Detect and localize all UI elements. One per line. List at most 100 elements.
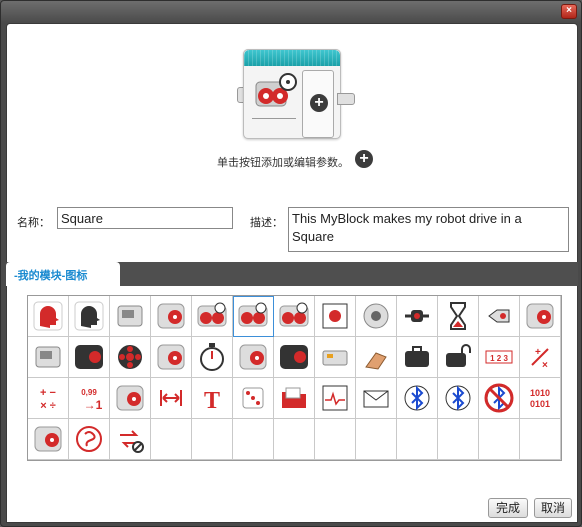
icon-cell[interactable]	[274, 378, 315, 419]
icon-cell[interactable]	[356, 378, 397, 419]
icon-cell[interactable]	[151, 296, 192, 337]
empty-icon-cell[interactable]	[192, 419, 233, 460]
tab-bar: -我的模块-图标	[6, 262, 578, 286]
add-parameter-button[interactable]: +	[310, 94, 328, 112]
icon-cell[interactable]: + ×	[520, 337, 561, 378]
icon-cell[interactable]	[315, 337, 356, 378]
icon-cell[interactable]	[69, 419, 110, 460]
svg-text:×: ×	[542, 360, 548, 371]
svg-text:1 2 3: 1 2 3	[490, 354, 508, 363]
folder-icon	[277, 381, 311, 415]
icon-cell[interactable]	[438, 378, 479, 419]
numbers-icon: 1 2 3	[482, 340, 516, 374]
timer-icon	[195, 340, 229, 374]
sound-speaker-icon	[359, 299, 393, 333]
icon-cell[interactable]	[192, 296, 233, 337]
icon-cell[interactable]: T	[192, 378, 233, 419]
arrows-icon	[400, 299, 434, 333]
keyboard-icon	[318, 340, 352, 374]
icon-cell[interactable]	[69, 296, 110, 337]
empty-icon-cell[interactable]	[479, 419, 520, 460]
icon-cell[interactable]	[438, 296, 479, 337]
icon-cell[interactable]	[233, 378, 274, 419]
icon-cell[interactable]	[274, 296, 315, 337]
icon-cell[interactable]	[520, 296, 561, 337]
icon-cell[interactable]	[151, 378, 192, 419]
done-button[interactable]: 完成	[488, 498, 528, 518]
red-rotation-icon	[72, 422, 106, 456]
icon-cell[interactable]	[233, 337, 274, 378]
icon-cell[interactable]	[110, 296, 151, 337]
random-dice-icon	[236, 381, 270, 415]
icon-cell[interactable]	[110, 378, 151, 419]
icon-cell[interactable]	[479, 378, 520, 419]
icon-cell[interactable]	[274, 337, 315, 378]
empty-icon-cell[interactable]	[233, 419, 274, 460]
close-button[interactable]: ×	[561, 4, 577, 19]
svg-text:× ÷: × ÷	[40, 400, 56, 412]
no-bluetooth-icon	[482, 381, 516, 415]
icon-cell[interactable]	[233, 296, 274, 337]
empty-icon-cell[interactable]	[274, 419, 315, 460]
description-field[interactable]: This MyBlock makes my robot drive in a S…	[288, 207, 569, 252]
icon-cell[interactable]	[110, 337, 151, 378]
empty-icon-cell[interactable]	[438, 419, 479, 460]
icon-cell[interactable]	[192, 337, 233, 378]
tab-myblock-icons[interactable]: -我的模块-图标	[6, 262, 120, 286]
lock-icon	[441, 340, 475, 374]
empty-icon-cell[interactable]	[397, 419, 438, 460]
icon-cell[interactable]	[28, 419, 69, 460]
icon-grid: 1 2 3 + × + − × ÷ 0,99 →1 T 1010 0101	[27, 295, 562, 461]
icon-cell[interactable]	[110, 419, 151, 460]
hand-icon	[359, 340, 393, 374]
text-icon: T	[195, 381, 229, 415]
icon-cell[interactable]	[28, 296, 69, 337]
move-steering-selected-icon	[236, 299, 270, 333]
color-sensor-icon	[482, 299, 516, 333]
move-steering-icon	[254, 72, 298, 112]
icon-panel: 1 2 3 + × + − × ÷ 0,99 →1 T 1010 0101 完成 取消	[6, 286, 578, 523]
icon-cell[interactable]	[397, 296, 438, 337]
briefcase-icon	[400, 340, 434, 374]
graph-icon	[318, 381, 352, 415]
icon-cell[interactable]	[151, 337, 192, 378]
block-preview-panel: + 单击按钮添加或编辑参数。 + 名称： Square 描述： This MyB…	[6, 23, 578, 263]
empty-icon-cell[interactable]	[356, 419, 397, 460]
icon-cell[interactable]: 1010 0101	[520, 378, 561, 419]
medium-motor-icon	[154, 299, 188, 333]
myblock-preview: +	[237, 49, 359, 139]
icon-cell[interactable]	[438, 337, 479, 378]
svg-text:+: +	[535, 347, 541, 358]
svg-text:→1: →1	[84, 398, 103, 412]
icon-cell[interactable]	[397, 337, 438, 378]
icon-cell[interactable]	[356, 337, 397, 378]
binary-icon: 1010 0101	[523, 381, 557, 415]
head-red-icon	[31, 299, 65, 333]
icon-cell[interactable]: 0,99 →1	[69, 378, 110, 419]
icon-cell[interactable]	[397, 378, 438, 419]
move-steering-icon	[195, 299, 229, 333]
range-arrows-icon	[154, 381, 188, 415]
icon-cell[interactable]: + − × ÷	[28, 378, 69, 419]
empty-icon-cell[interactable]	[315, 419, 356, 460]
add-parameter-icon-button[interactable]: +	[355, 150, 373, 168]
icon-cell[interactable]	[315, 378, 356, 419]
invert-icon	[113, 422, 147, 456]
bluetooth-wrench-icon	[441, 381, 475, 415]
dark-motor-2-icon	[277, 340, 311, 374]
icon-cell[interactable]: 1 2 3	[479, 337, 520, 378]
myblock-builder-dialog: × + 单击按钮添加或编辑参数。 + 名称： Square 描述： This M…	[0, 0, 582, 527]
name-field[interactable]: Square	[57, 207, 233, 229]
icon-cell[interactable]	[315, 296, 356, 337]
svg-text:1010: 1010	[530, 388, 550, 398]
motor-rotate-icon	[31, 422, 65, 456]
move-tank-icon	[277, 299, 311, 333]
icon-cell[interactable]	[479, 296, 520, 337]
icon-cell[interactable]	[356, 296, 397, 337]
empty-icon-cell[interactable]	[151, 419, 192, 460]
cancel-button[interactable]: 取消	[534, 498, 572, 518]
icon-cell[interactable]	[28, 337, 69, 378]
empty-icon-cell[interactable]	[520, 419, 561, 460]
svg-text:T: T	[204, 388, 220, 414]
icon-cell[interactable]	[69, 337, 110, 378]
